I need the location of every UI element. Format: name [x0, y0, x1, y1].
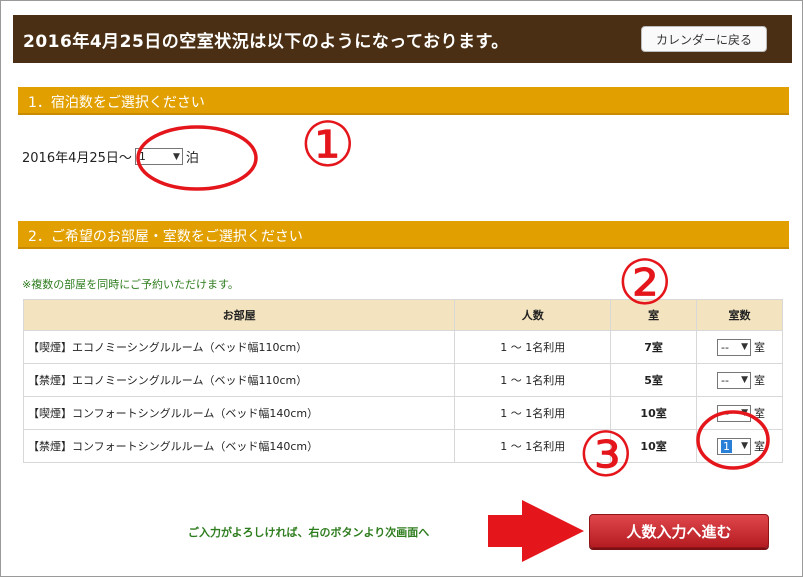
nights-select-value: 1 — [138, 150, 146, 163]
column-header-count: 室数 — [696, 299, 783, 331]
table-row: 【喫煙】エコノミーシングルルーム（ベッド幅110cm） 1 ～ 1名利用 7室 … — [22, 330, 783, 364]
room-name: 【禁煙】コンフォートシングルルーム（ベッド幅140cm） — [22, 429, 456, 463]
checkin-date: 2016年4月25日 — [22, 151, 119, 166]
nights-select[interactable]: 1 ▼ — [134, 148, 183, 165]
room-count-unit: 室 — [754, 340, 766, 354]
table-row: 【禁煙】コンフォートシングルルーム（ベッド幅140cm） 1 ～ 1名利用 10… — [22, 429, 783, 463]
room-name: 【喫煙】コンフォートシングルルーム（ベッド幅140cm） — [22, 396, 456, 430]
room-vacancy: 5室 — [610, 363, 698, 397]
chevron-down-icon: ▼ — [741, 441, 749, 451]
room-count-value: 1 — [721, 439, 733, 453]
room-count-cell: -- ▼ 室 — [696, 396, 783, 430]
table-row: 【禁煙】エコノミーシングルルーム（ベッド幅110cm） 1 ～ 1名利用 5室 … — [22, 363, 783, 397]
room-count-select[interactable]: -- ▼ — [717, 371, 752, 389]
column-header-people: 人数 — [454, 299, 612, 331]
chevron-down-icon: ▼ — [741, 408, 749, 418]
table-row: 【喫煙】コンフォートシングルルーム（ベッド幅140cm） 1 ～ 1名利用 10… — [22, 396, 783, 430]
section-rooms-heading: 2．ご希望のお部屋・室数をご選択ください — [18, 221, 789, 249]
room-count-cell: -- ▼ 室 — [696, 330, 783, 364]
room-count-select[interactable]: 1 ▼ — [717, 437, 752, 455]
room-count-unit: 室 — [754, 406, 766, 420]
room-occupancy: 1 ～ 1名利用 — [454, 363, 612, 397]
annotation-step-2: ② — [617, 246, 673, 319]
annotation-step-3: ③ — [578, 418, 634, 491]
back-to-calendar-button[interactable]: カレンダーに戻る — [641, 26, 767, 52]
nights-suffix: 泊 — [185, 151, 199, 166]
room-count-unit: 室 — [754, 439, 766, 453]
multi-room-note: ※複数の部屋を同時にご予約いただけます。 — [22, 278, 239, 291]
room-vacancy: 7室 — [610, 330, 698, 364]
column-header-room: お部屋 — [22, 299, 456, 331]
room-count-cell: 1 ▼ 室 — [696, 429, 783, 463]
room-count-select[interactable]: -- ▼ — [717, 404, 752, 422]
availability-title: 2016年4月25日の空室状況は以下のようになっております。 — [23, 32, 509, 52]
room-count-value: -- — [721, 373, 729, 387]
room-count-value: -- — [721, 406, 729, 420]
proceed-to-guests-button[interactable]: 人数入力へ進む — [589, 514, 769, 548]
booking-panel: 2016年4月25日の空室状況は以下のようになっております。 カレンダーに戻る … — [0, 0, 803, 577]
room-count-select[interactable]: -- ▼ — [717, 338, 752, 356]
room-name: 【禁煙】エコノミーシングルルーム（ベッド幅110cm） — [22, 363, 456, 397]
room-name: 【喫煙】エコノミーシングルルーム（ベッド幅110cm） — [22, 330, 456, 364]
proceed-prompt: ご入力がよろしければ、右のボタンより次画面へ — [188, 526, 430, 539]
room-count-value: -- — [721, 340, 729, 354]
availability-header: 2016年4月25日の空室状況は以下のようになっております。 カレンダーに戻る — [13, 15, 792, 63]
section-nights-heading: 1．宿泊数をご選択ください — [18, 87, 789, 115]
section-rooms-title: 2．ご希望のお部屋・室数をご選択ください — [28, 229, 303, 245]
room-occupancy: 1 ～ 1名利用 — [454, 330, 612, 364]
nights-selector-row: 2016年4月25日 ～ 1 ▼ 泊 — [22, 147, 199, 166]
chevron-down-icon: ▼ — [741, 342, 749, 352]
room-count-cell: -- ▼ 室 — [696, 363, 783, 397]
rooms-table: お部屋 人数 室 室数 【喫煙】エコノミーシングルルーム（ベッド幅110cm） … — [22, 299, 783, 463]
annotation-step-1: ① — [300, 108, 356, 181]
room-count-unit: 室 — [754, 373, 766, 387]
section-nights-title: 1．宿泊数をご選択ください — [28, 95, 205, 111]
tilde-separator: ～ — [118, 151, 132, 166]
chevron-down-icon: ▼ — [741, 375, 749, 385]
chevron-down-icon: ▼ — [173, 151, 180, 162]
